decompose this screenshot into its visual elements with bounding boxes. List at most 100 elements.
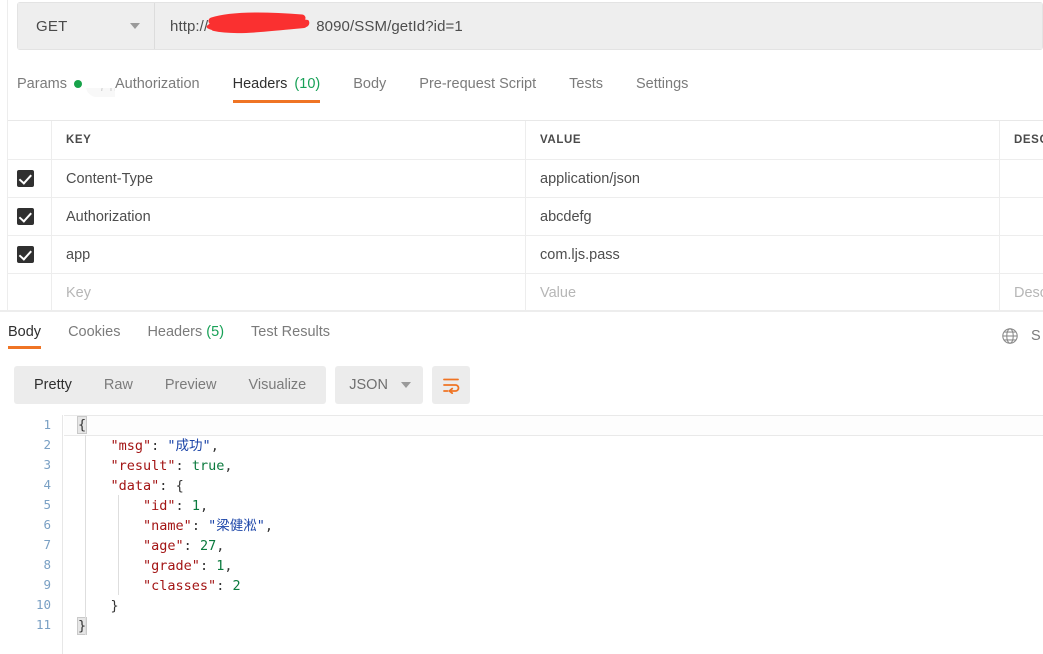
wrap-lines-button[interactable] bbox=[431, 366, 470, 404]
column-header-value: VALUE bbox=[526, 121, 1000, 159]
response-format-select[interactable]: JSON bbox=[335, 366, 423, 404]
row-checkbox[interactable] bbox=[17, 246, 34, 263]
row-key-text: app bbox=[66, 246, 91, 263]
tab-headers-label: Headers bbox=[232, 76, 288, 92]
tab-params[interactable]: Params bbox=[17, 68, 82, 100]
view-mode-raw[interactable]: Raw bbox=[88, 366, 149, 404]
row-checkbox[interactable] bbox=[17, 170, 34, 187]
code-token: "result" bbox=[110, 458, 176, 474]
row-key-text: Content-Type bbox=[66, 170, 154, 187]
code-token: "data" bbox=[110, 478, 160, 494]
indent-guide bbox=[85, 435, 86, 635]
code-line: "grade": 1, bbox=[64, 556, 1043, 576]
code-token: , bbox=[224, 558, 233, 574]
save-response-label[interactable]: S bbox=[1031, 328, 1043, 344]
response-tab-cookies[interactable]: Cookies bbox=[68, 324, 120, 349]
tab-body[interactable]: Body bbox=[353, 68, 387, 100]
chevron-down-icon bbox=[130, 23, 140, 29]
code-token: { bbox=[175, 478, 184, 494]
row-key-cell[interactable]: app bbox=[52, 236, 526, 273]
row-value-text: abcdefg bbox=[540, 208, 592, 225]
code-token: true bbox=[191, 458, 225, 474]
row-value-cell[interactable]: abcdefg bbox=[526, 198, 1000, 235]
row-value-text: application/json bbox=[540, 170, 640, 187]
row-key-cell[interactable]: Content-Type bbox=[52, 160, 526, 197]
code-token: : bbox=[159, 478, 176, 494]
line-number: 3 bbox=[43, 457, 51, 472]
code-token: "name" bbox=[143, 518, 192, 534]
globe-icon[interactable] bbox=[1001, 327, 1019, 345]
view-mode-preview[interactable]: Preview bbox=[149, 366, 233, 404]
http-method-label: GET bbox=[36, 17, 68, 35]
code-token: : bbox=[191, 518, 209, 534]
response-tab-cookies-label: Cookies bbox=[68, 323, 121, 340]
row-description-cell[interactable] bbox=[1000, 236, 1043, 273]
editor-code-area[interactable]: { "msg": "成功", "result": true, "data": {… bbox=[64, 415, 1043, 654]
tab-authorization[interactable]: Authorization bbox=[114, 68, 200, 100]
tab-tests[interactable]: Tests bbox=[569, 68, 603, 100]
code-token: : bbox=[183, 538, 200, 554]
code-token: 2 bbox=[232, 578, 241, 594]
code-token: , bbox=[199, 498, 209, 514]
tab-settings-label: Settings bbox=[635, 76, 689, 92]
url-prefix-text: http:// bbox=[170, 17, 209, 35]
code-token: "grade" bbox=[143, 558, 200, 574]
tab-body-label: Body bbox=[353, 76, 387, 92]
new-row-value-input[interactable]: Value bbox=[526, 274, 1000, 311]
view-mode-visualize[interactable]: Visualize bbox=[232, 366, 322, 404]
code-line: "result": true, bbox=[64, 456, 1043, 476]
row-key-text: Authorization bbox=[66, 208, 151, 225]
new-row-key-placeholder: Key bbox=[66, 284, 91, 301]
code-token: "id" bbox=[143, 498, 176, 514]
response-tab-headers[interactable]: Headers (5) bbox=[147, 324, 224, 349]
new-row-description-input[interactable]: Description bbox=[1000, 274, 1043, 311]
code-line: "data": { bbox=[64, 476, 1043, 496]
column-header-description: DESCRIPTION bbox=[1000, 121, 1043, 159]
line-number: 8 bbox=[43, 557, 51, 572]
code-token: 1 bbox=[191, 498, 200, 514]
row-value-cell[interactable]: application/json bbox=[526, 160, 1000, 197]
view-mode-pretty[interactable]: Pretty bbox=[18, 366, 88, 404]
headers-table: KEY VALUE DESCRIPTION Content-Type appli… bbox=[0, 120, 1043, 312]
response-body-editor[interactable]: 1 2 3 4 5 6 7 8 9 10 11 { "msg": "成功", "… bbox=[0, 415, 1043, 654]
row-value-cell[interactable]: com.ljs.pass bbox=[526, 236, 1000, 273]
code-line: "id": 1, bbox=[64, 496, 1043, 516]
response-tab-body[interactable]: Body bbox=[8, 324, 42, 349]
column-header-key-label: KEY bbox=[66, 134, 92, 146]
row-description-cell[interactable] bbox=[1000, 198, 1043, 235]
new-row-value-placeholder: Value bbox=[540, 284, 577, 301]
code-token: "成功" bbox=[167, 438, 211, 454]
response-tabs: Body Cookies Headers (5) Test Results S bbox=[0, 318, 1043, 354]
response-tab-test-results[interactable]: Test Results bbox=[251, 324, 330, 349]
table-row: Authorization abcdefg bbox=[0, 198, 1043, 236]
request-tabs: Params Authorization Headers (10) Body P… bbox=[17, 68, 1043, 104]
tab-authorization-label: Authorization bbox=[114, 76, 200, 92]
line-number: 4 bbox=[43, 477, 51, 492]
http-method-select[interactable]: GET bbox=[18, 3, 155, 49]
code-token: , bbox=[224, 458, 233, 474]
tab-params-label: Params bbox=[17, 76, 67, 92]
new-row-key-input[interactable]: Key bbox=[52, 274, 526, 311]
indent-guide bbox=[118, 495, 119, 595]
tab-settings[interactable]: Settings bbox=[635, 68, 689, 100]
response-format-label: JSON bbox=[349, 377, 388, 393]
tab-pre-request-script-label: Pre-request Script bbox=[419, 76, 537, 92]
row-checkbox[interactable] bbox=[17, 208, 34, 225]
view-mode-group: Pretty Raw Preview Visualize bbox=[14, 366, 327, 404]
code-line: "classes": 2 bbox=[64, 576, 1043, 596]
tab-pre-request-script[interactable]: Pre-request Script bbox=[419, 68, 537, 100]
column-header-value-label: VALUE bbox=[540, 134, 582, 146]
postman-window: GET http:// 8090/SSM/getId?id=1 Headers … bbox=[0, 0, 1043, 654]
code-token: "梁健淞" bbox=[208, 518, 265, 534]
code-token: , bbox=[210, 438, 219, 454]
params-modified-dot-icon bbox=[73, 80, 82, 88]
url-input[interactable]: http:// 8090/SSM/getId?id=1 bbox=[155, 3, 1042, 49]
code-token: "age" bbox=[143, 538, 184, 554]
row-description-cell[interactable] bbox=[1000, 160, 1043, 197]
url-bar: GET http:// 8090/SSM/getId?id=1 bbox=[17, 2, 1043, 50]
tab-headers[interactable]: Headers (10) bbox=[232, 68, 321, 103]
column-header-key: KEY bbox=[52, 121, 526, 159]
response-viewer-toolbar: Pretty Raw Preview Visualize JSON bbox=[14, 366, 470, 404]
row-key-cell[interactable]: Authorization bbox=[52, 198, 526, 235]
url-suffix-text: 8090/SSM/getId?id=1 bbox=[316, 17, 463, 35]
